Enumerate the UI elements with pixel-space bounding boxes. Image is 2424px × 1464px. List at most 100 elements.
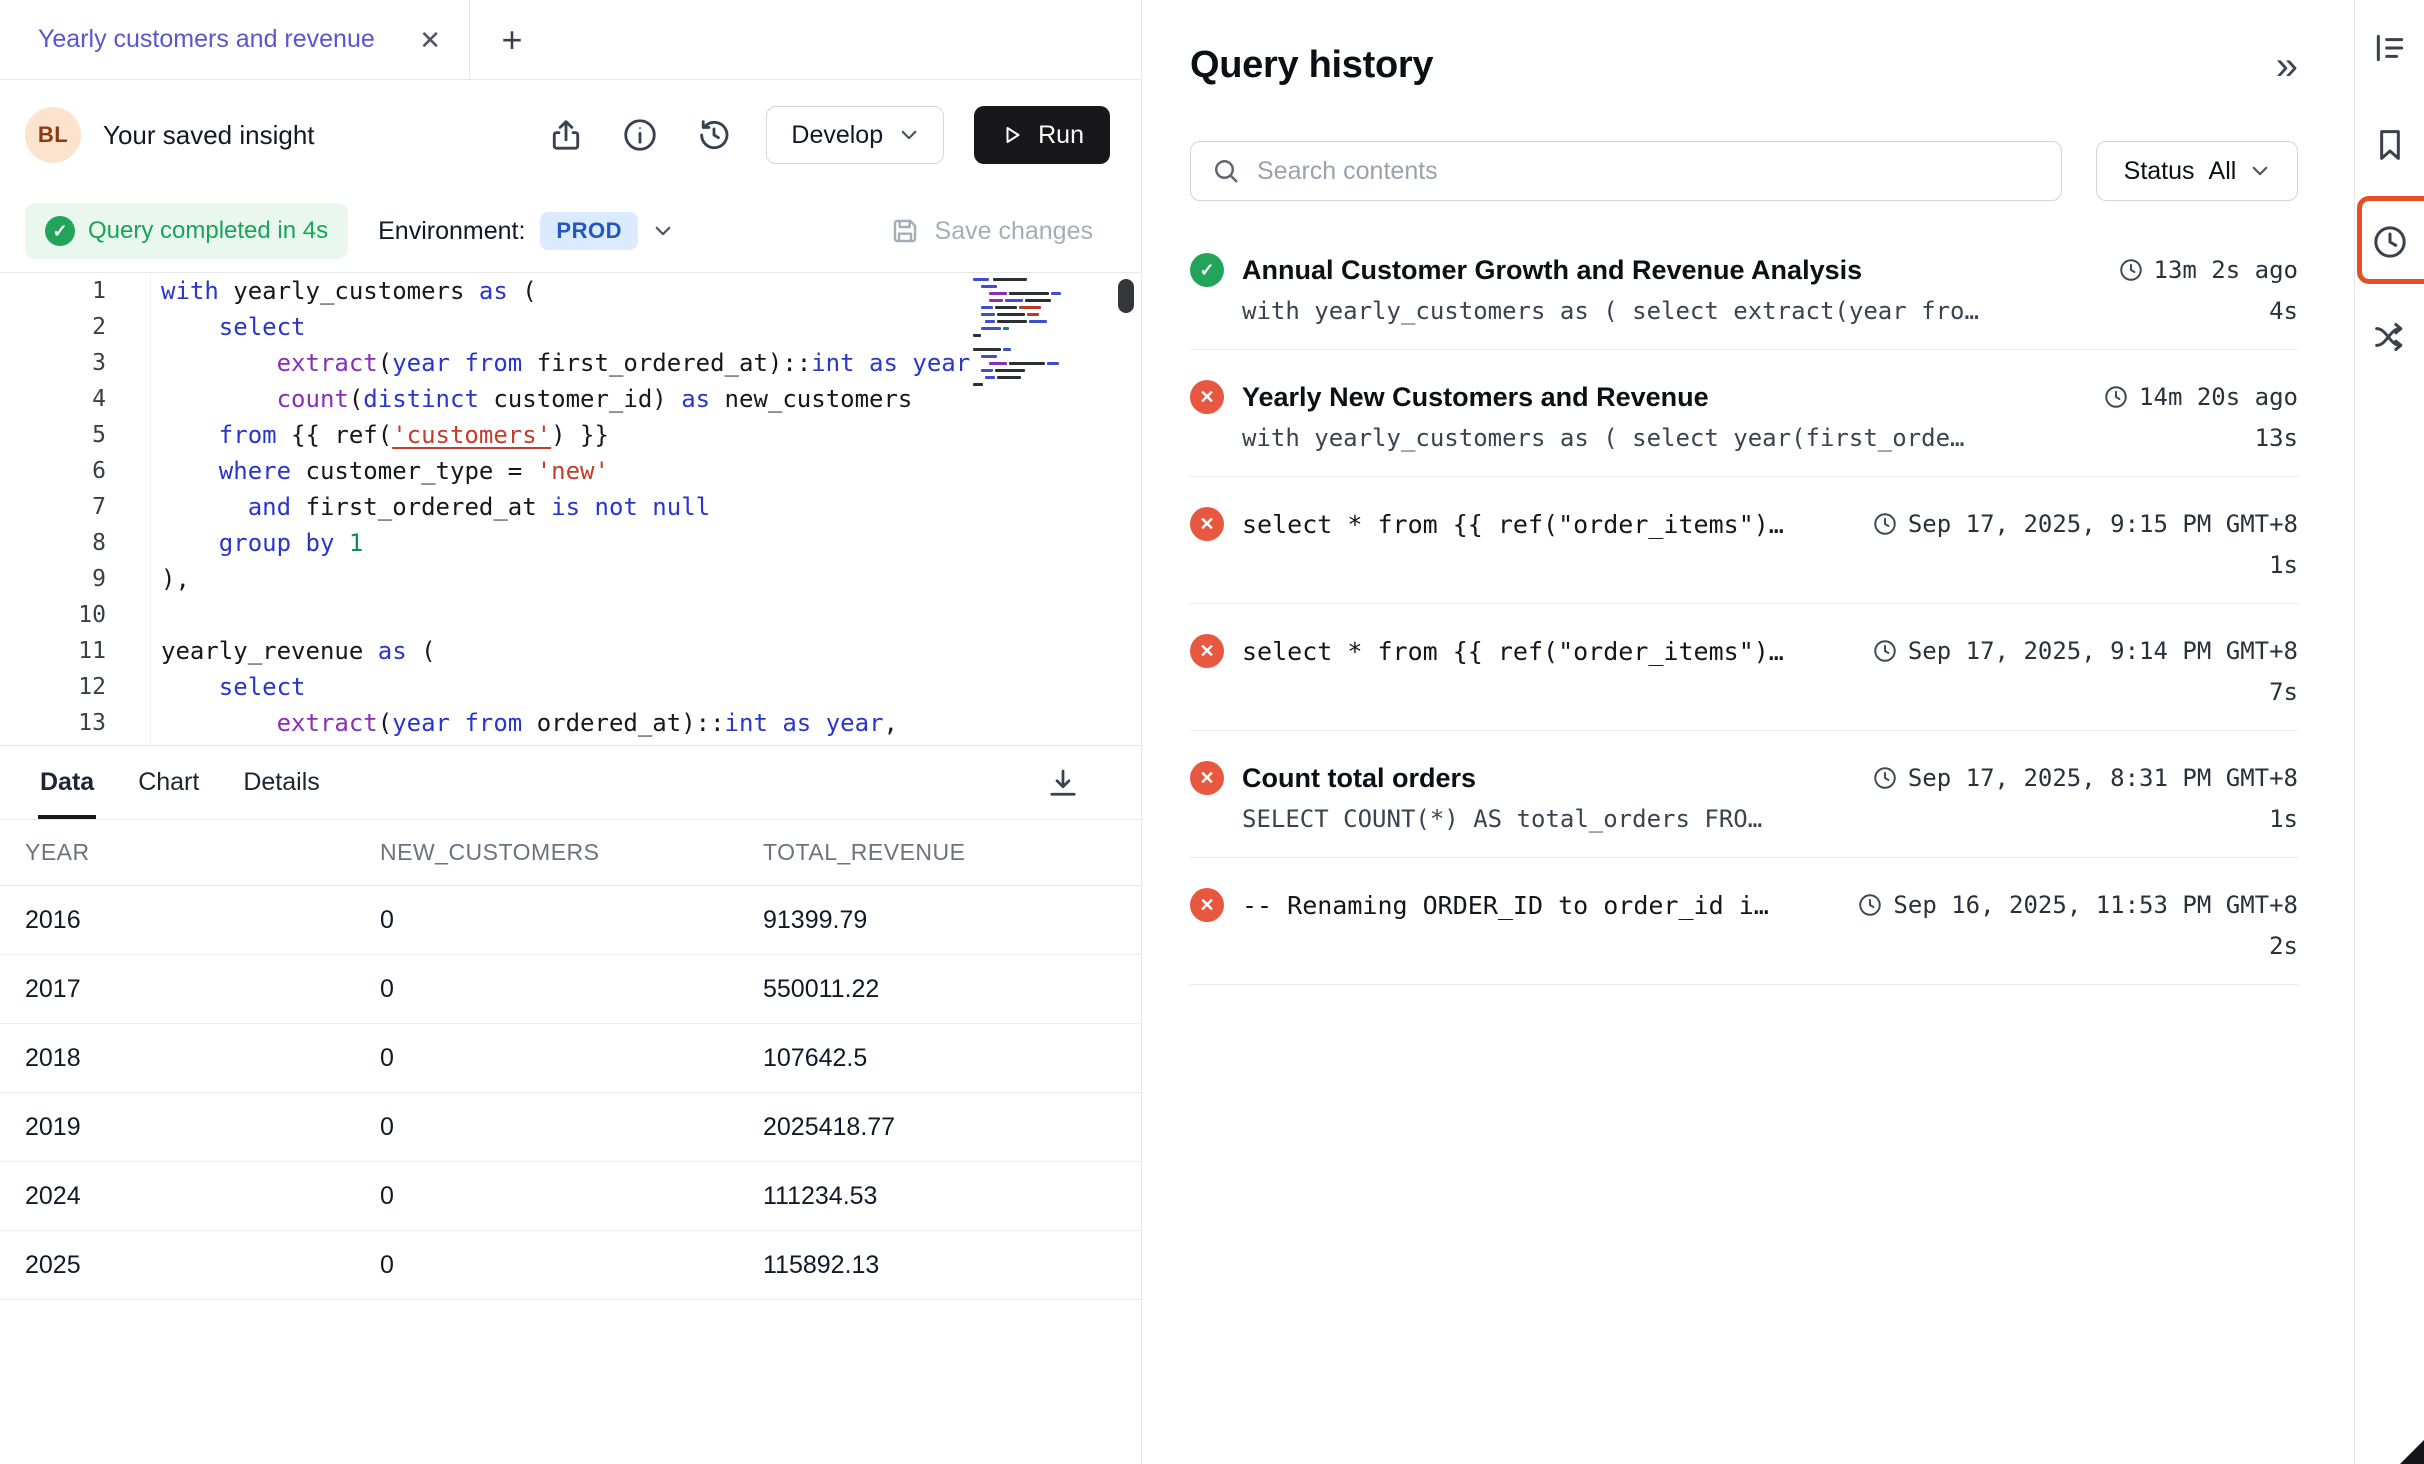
new-tab-button[interactable]: + bbox=[470, 0, 554, 79]
environment-selector[interactable]: Environment: PROD bbox=[378, 212, 673, 250]
status-icon: ✕ bbox=[1190, 634, 1224, 668]
header-actions: Develop Run bbox=[544, 106, 1110, 164]
search-input[interactable] bbox=[1255, 156, 2041, 187]
lineage-button[interactable] bbox=[2368, 315, 2412, 359]
code-editor[interactable]: 1with yearly_customers as (2 select3 ext… bbox=[0, 272, 1141, 745]
table-cell: 111234.53 bbox=[763, 1162, 1141, 1231]
column-header: NEW_CUSTOMERS bbox=[380, 820, 763, 886]
table-cell: 550011.22 bbox=[763, 955, 1141, 1024]
status-icon: ✕ bbox=[1190, 507, 1224, 541]
history-item-timestamp: Sep 16, 2025, 11:53 PM GMT+8 bbox=[1893, 891, 2298, 919]
app-root: Yearly customers and revenue ✕ + BL Your… bbox=[0, 0, 2424, 1464]
develop-label: Develop bbox=[791, 121, 883, 150]
table-cell: 0 bbox=[380, 1093, 763, 1162]
info-button[interactable] bbox=[618, 113, 662, 157]
resize-handle[interactable] bbox=[2400, 1440, 2424, 1464]
code-text: ), bbox=[106, 561, 190, 597]
table-cell: 2017 bbox=[0, 955, 380, 1024]
save-icon bbox=[889, 215, 921, 247]
environment-label: Environment: bbox=[378, 217, 525, 246]
history-item-time: Sep 17, 2025, 8:31 PM GMT+8 bbox=[1872, 764, 2298, 792]
download-icon bbox=[1045, 765, 1081, 801]
clock-icon bbox=[1872, 511, 1898, 537]
environment-badge: PROD bbox=[540, 212, 638, 250]
code-text: select bbox=[106, 309, 306, 345]
editor-scrollbar[interactable] bbox=[1118, 279, 1134, 313]
table-cell: 2016 bbox=[0, 886, 380, 955]
history-item[interactable]: ✕ Yearly New Customers and Revenue 14m 2… bbox=[1190, 350, 2298, 477]
line-number: 5 bbox=[0, 417, 106, 453]
code-text: and first_ordered_at is not null bbox=[106, 489, 710, 525]
save-changes-button[interactable]: Save changes bbox=[889, 215, 1093, 247]
code-line[interactable]: 7 and first_ordered_at is not null bbox=[0, 489, 1141, 525]
results-tab-data[interactable]: Data bbox=[40, 746, 94, 819]
line-number: 6 bbox=[0, 453, 106, 489]
code-line[interactable]: 2 select bbox=[0, 309, 1141, 345]
history-item[interactable]: ✕ select * from {{ ref("order_items")… S… bbox=[1190, 477, 2298, 604]
table-row[interactable]: 201902025418.77 bbox=[0, 1093, 1141, 1162]
query-list-button[interactable] bbox=[2368, 26, 2412, 70]
history-item-title: select * from {{ ref("order_items")… bbox=[1242, 510, 1784, 539]
code-line[interactable]: 4 count(distinct customer_id) as new_cus… bbox=[0, 381, 1141, 417]
history-item[interactable]: ✓ Annual Customer Growth and Revenue Ana… bbox=[1190, 223, 2298, 350]
code-line[interactable]: 13 extract(year from ordered_at)::int as… bbox=[0, 705, 1141, 741]
history-item-duration: 1s bbox=[2269, 805, 2298, 833]
history-item-timestamp: Sep 17, 2025, 8:31 PM GMT+8 bbox=[1908, 764, 2298, 792]
table-row[interactable]: 20240111234.53 bbox=[0, 1162, 1141, 1231]
document-title: Your saved insight bbox=[103, 120, 315, 151]
history-item-code: with yearly_customers as ( select year(f… bbox=[1242, 424, 2079, 452]
code-line[interactable]: 11yearly_revenue as ( bbox=[0, 633, 1141, 669]
table-row[interactable]: 20170550011.22 bbox=[0, 955, 1141, 1024]
download-button[interactable] bbox=[1041, 761, 1085, 805]
history-item-timestamp: 14m 20s ago bbox=[2139, 383, 2298, 411]
clock-icon bbox=[1872, 638, 1898, 664]
code-line[interactable]: 1with yearly_customers as ( bbox=[0, 273, 1141, 309]
search-box[interactable] bbox=[1190, 141, 2062, 201]
code-line[interactable]: 10 bbox=[0, 597, 1141, 633]
history-item[interactable]: ✕ Count total orders Sep 17, 2025, 8:31 … bbox=[1190, 731, 2298, 858]
tab-close-icon[interactable]: ✕ bbox=[419, 27, 441, 53]
avatar[interactable]: BL bbox=[25, 107, 81, 163]
table-row[interactable]: 20250115892.13 bbox=[0, 1231, 1141, 1300]
table-row[interactable]: 2016091399.79 bbox=[0, 886, 1141, 955]
bookmarks-button[interactable] bbox=[2368, 123, 2412, 167]
code-line[interactable]: 9), bbox=[0, 561, 1141, 597]
history-item[interactable]: ✕ select * from {{ ref("order_items")… S… bbox=[1190, 604, 2298, 731]
history-item-title: Annual Customer Growth and Revenue Analy… bbox=[1242, 255, 1862, 286]
develop-dropdown[interactable]: Develop bbox=[766, 106, 944, 164]
table-cell: 0 bbox=[380, 1231, 763, 1300]
code-text: group by 1 bbox=[106, 525, 363, 561]
status-filter-dropdown[interactable]: Status All bbox=[2096, 141, 2298, 201]
table-cell: 115892.13 bbox=[763, 1231, 1141, 1300]
table-cell: 2019 bbox=[0, 1093, 380, 1162]
history-item-duration: 4s bbox=[2269, 297, 2298, 325]
line-number: 7 bbox=[0, 489, 106, 525]
status-icon: ✕ bbox=[1190, 761, 1224, 795]
share-button[interactable] bbox=[544, 113, 588, 157]
tab-bar: Yearly customers and revenue ✕ + bbox=[0, 0, 1141, 80]
code-line[interactable]: 12 select bbox=[0, 669, 1141, 705]
line-number: 1 bbox=[0, 273, 106, 309]
query-status-text: Query completed in 4s bbox=[88, 217, 328, 245]
code-text: with yearly_customers as ( bbox=[106, 273, 537, 309]
tab-yearly-customers-and-revenue[interactable]: Yearly customers and revenue ✕ bbox=[0, 0, 470, 79]
play-icon bbox=[1000, 123, 1024, 147]
table-cell: 91399.79 bbox=[763, 886, 1141, 955]
run-label: Run bbox=[1038, 121, 1084, 150]
table-header-row: YEARNEW_CUSTOMERSTOTAL_REVENUE bbox=[0, 820, 1141, 886]
code-line[interactable]: 8 group by 1 bbox=[0, 525, 1141, 561]
code-line[interactable]: 3 extract(year from first_ordered_at)::i… bbox=[0, 345, 1141, 381]
code-line[interactable]: 5 from {{ ref('customers') }} bbox=[0, 417, 1141, 453]
results-tab-details[interactable]: Details bbox=[243, 746, 319, 819]
run-button[interactable]: Run bbox=[974, 106, 1110, 164]
editor-minimap[interactable] bbox=[971, 276, 1095, 394]
table-row[interactable]: 20180107642.5 bbox=[0, 1024, 1141, 1093]
results-tab-chart[interactable]: Chart bbox=[138, 746, 199, 819]
history-item[interactable]: ✕ -- Renaming ORDER_ID to order_id i… Se… bbox=[1190, 858, 2298, 985]
version-history-button[interactable] bbox=[692, 113, 736, 157]
line-number: 11 bbox=[0, 633, 106, 669]
history-item-time: Sep 16, 2025, 11:53 PM GMT+8 bbox=[1857, 891, 2298, 919]
code-line[interactable]: 6 where customer_type = 'new' bbox=[0, 453, 1141, 489]
code-text: select bbox=[106, 669, 306, 705]
collapse-panel-icon[interactable]: » bbox=[2276, 46, 2298, 86]
